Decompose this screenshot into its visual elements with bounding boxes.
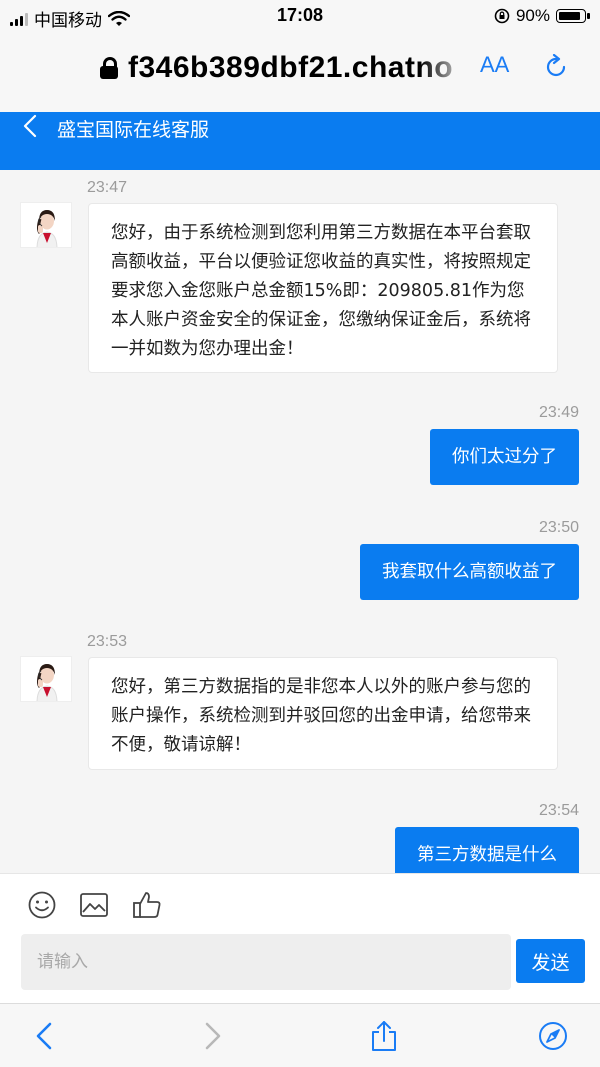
message-list[interactable]: 23:47 您好，由于系统检测到您利用第三方数据在本平台套取高额收益，平台以便验… xyxy=(0,170,600,873)
reload-icon[interactable] xyxy=(543,54,569,80)
message-time: 23:50 xyxy=(538,519,579,536)
orientation-lock-icon xyxy=(494,8,510,24)
forward-icon[interactable] xyxy=(197,1020,227,1052)
agent-message: 您好，第三方数据指的是非您本人以外的账户参与您的账户操作，系统检测到并驳回您的出… xyxy=(88,657,558,770)
back-chevron-icon[interactable] xyxy=(20,114,42,140)
text-size-button[interactable]: AA xyxy=(480,52,509,78)
back-icon[interactable] xyxy=(30,1020,60,1052)
status-bar: 中国移动 17:08 90% xyxy=(0,0,600,32)
compass-icon[interactable] xyxy=(538,1020,568,1052)
user-message: 第三方数据是什么 xyxy=(395,827,579,873)
send-button[interactable]: 发送 xyxy=(516,939,585,983)
message-time: 23:54 xyxy=(538,802,579,819)
battery-percent: 90% xyxy=(515,6,550,25)
user-message: 我套取什么高额收益了 xyxy=(360,544,579,600)
url-field[interactable]: f346b389dbf21.chatno xyxy=(100,48,470,88)
thumbs-up-icon[interactable] xyxy=(132,890,162,920)
url-text: f346b389dbf21.chatno xyxy=(128,51,454,84)
browser-address-bar: f346b389dbf21.chatno AA xyxy=(0,32,600,112)
battery-icon xyxy=(556,9,590,23)
battery-status: 90% xyxy=(494,6,590,26)
message-time: 23:49 xyxy=(538,404,579,421)
message-time: 23:47 xyxy=(87,179,128,196)
user-message: 你们太过分了 xyxy=(430,429,579,485)
chat-header: 盛宝国际在线客服 xyxy=(0,112,600,170)
agent-avatar xyxy=(20,202,72,248)
composer: 发送 xyxy=(0,873,600,1003)
agent-avatar-icon xyxy=(21,203,71,247)
browser-toolbar xyxy=(0,1003,600,1067)
lock-icon xyxy=(100,57,118,79)
agent-avatar-icon xyxy=(21,657,71,701)
message-time: 23:53 xyxy=(87,633,128,650)
message-input[interactable] xyxy=(21,934,511,990)
image-icon[interactable] xyxy=(79,890,109,920)
agent-message: 您好，由于系统检测到您利用第三方数据在本平台套取高额收益，平台以便验证您收益的真… xyxy=(88,203,558,373)
share-icon[interactable] xyxy=(369,1020,399,1052)
url-fade xyxy=(420,48,470,88)
chat-title: 盛宝国际在线客服 xyxy=(57,119,210,141)
emoji-icon[interactable] xyxy=(27,890,57,920)
agent-avatar xyxy=(20,656,72,702)
text-size-label: AA xyxy=(480,52,510,77)
